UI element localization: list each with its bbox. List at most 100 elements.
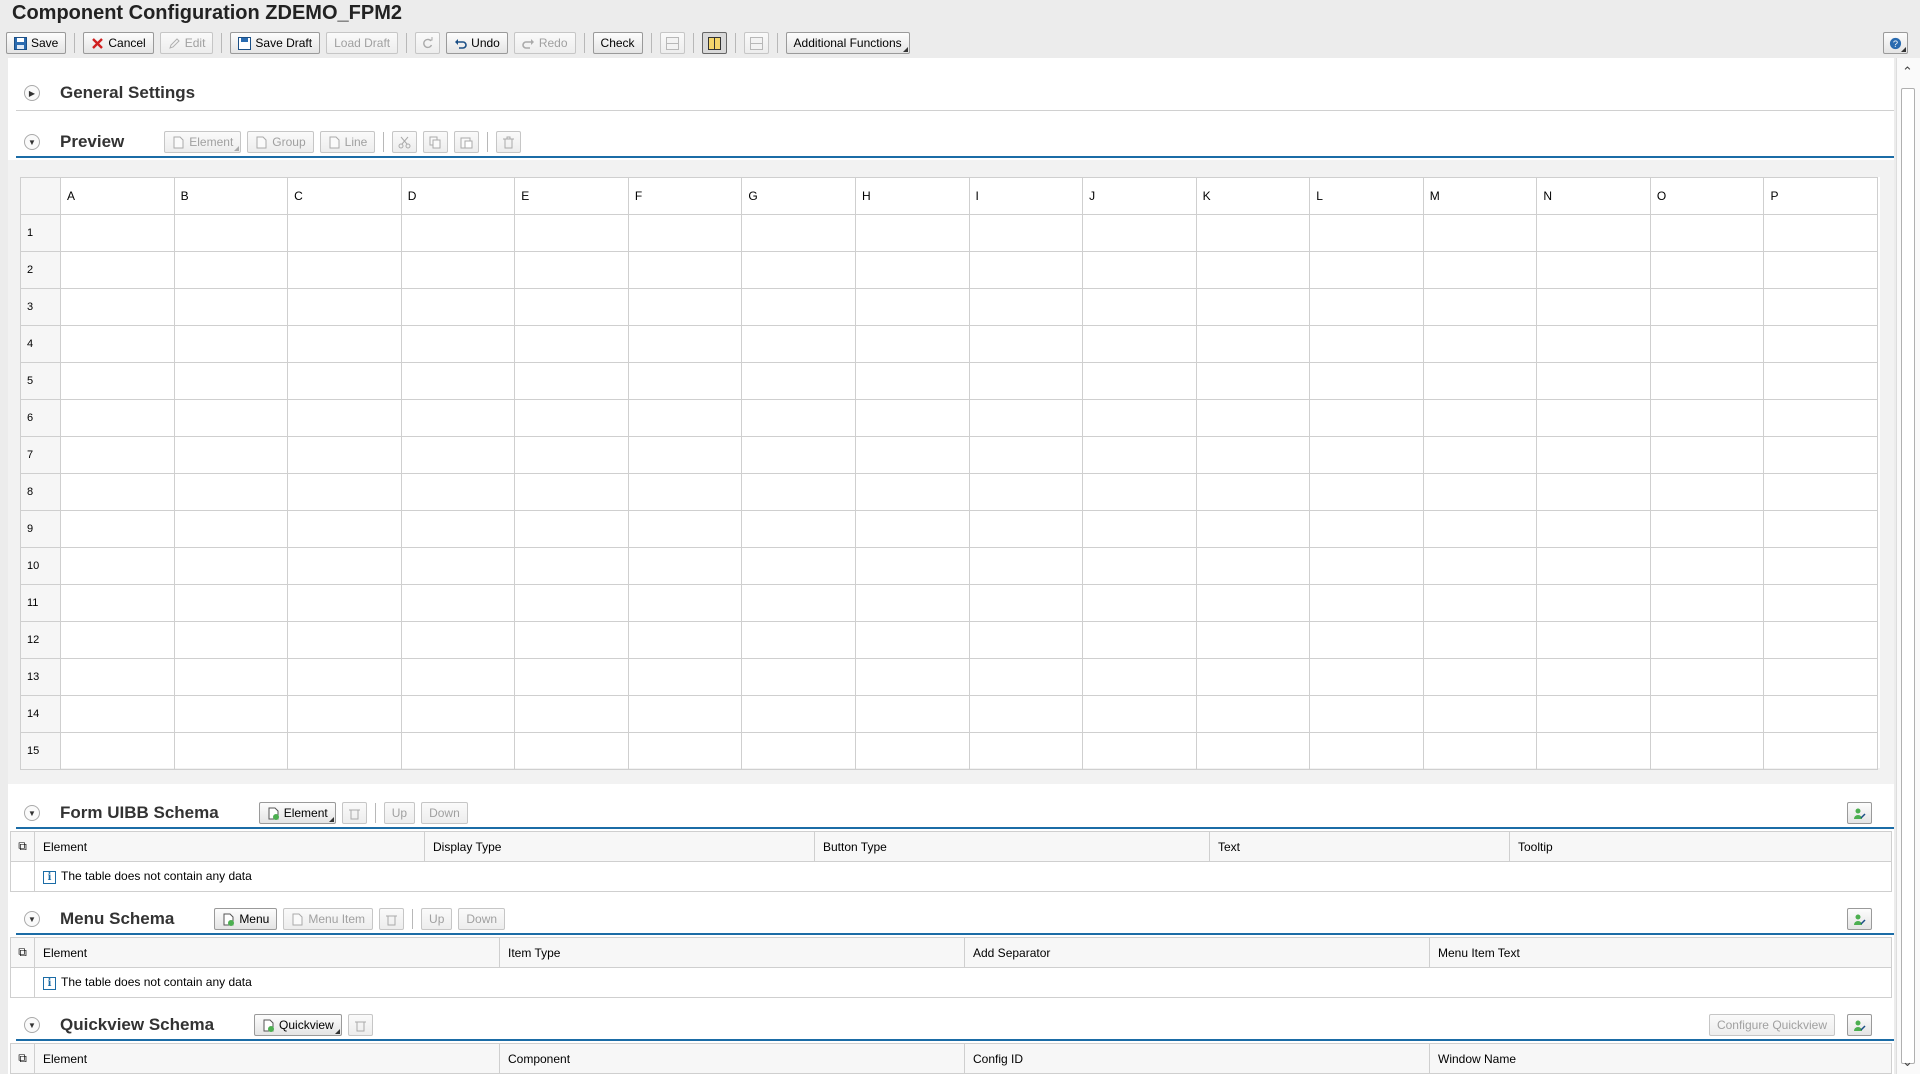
grid-cell[interactable] [1763, 473, 1878, 511]
grid-cell[interactable] [1195, 288, 1311, 326]
load-draft-button[interactable]: Load Draft [326, 32, 399, 54]
grid-cell[interactable] [1309, 473, 1424, 511]
copy-button[interactable] [423, 131, 449, 153]
up-button[interactable]: Up [421, 908, 453, 930]
help-button[interactable]: ? [1883, 32, 1908, 54]
up-button[interactable]: Up [383, 802, 416, 824]
grid-cell[interactable] [1649, 658, 1765, 696]
delete-button[interactable] [379, 908, 405, 930]
grid-cell[interactable] [1195, 399, 1311, 437]
grid-cell[interactable] [514, 473, 629, 511]
grid-cell[interactable] [1649, 399, 1765, 437]
grid-cell[interactable] [741, 251, 856, 289]
grid-cell[interactable] [60, 621, 175, 659]
grid-cell[interactable] [1649, 732, 1765, 770]
grid-cell[interactable] [1422, 214, 1538, 252]
grid-cell[interactable] [287, 251, 402, 289]
grid-cell[interactable] [1536, 436, 1651, 474]
grid-cell[interactable] [1309, 584, 1424, 622]
grid-cell[interactable] [400, 510, 516, 548]
grid-cell[interactable] [1082, 399, 1197, 437]
grid-cell[interactable] [287, 214, 402, 252]
grid-cell[interactable] [60, 473, 175, 511]
grid-cell[interactable] [1763, 732, 1878, 770]
grid-cell[interactable] [1309, 621, 1424, 659]
grid-cell[interactable] [1422, 436, 1538, 474]
grid-cell[interactable] [1536, 251, 1651, 289]
grid-cell[interactable] [741, 510, 856, 548]
configure-quickview-button[interactable]: Configure Quickview [1708, 1014, 1835, 1036]
delete-button[interactable] [347, 1014, 373, 1036]
grid-cell[interactable] [627, 547, 743, 585]
layout-bottom-button[interactable] [743, 32, 769, 54]
grid-cell[interactable] [173, 362, 289, 400]
grid-cell[interactable] [1309, 325, 1424, 363]
grid-cell[interactable] [1195, 584, 1311, 622]
expand-icon[interactable]: ▶ [24, 85, 40, 101]
grid-cell[interactable] [1195, 214, 1311, 252]
save-button[interactable]: Save [6, 32, 67, 54]
grid-cell[interactable] [60, 251, 175, 289]
grid-cell[interactable] [514, 510, 629, 548]
grid-cell[interactable] [854, 251, 970, 289]
grid-cell[interactable] [741, 473, 856, 511]
grid-cell[interactable] [1309, 362, 1424, 400]
grid-cell[interactable] [1082, 695, 1197, 733]
grid-cell[interactable] [1536, 362, 1651, 400]
grid-cell[interactable] [1649, 473, 1765, 511]
grid-cell[interactable] [287, 325, 402, 363]
grid-cell[interactable] [60, 584, 175, 622]
grid-cell[interactable] [1082, 732, 1197, 770]
grid-cell[interactable] [514, 214, 629, 252]
grid-cell[interactable] [1082, 436, 1197, 474]
column-header[interactable]: Component [499, 1043, 965, 1074]
grid-cell[interactable] [60, 436, 175, 474]
grid-cell[interactable] [1763, 251, 1878, 289]
grid-cell[interactable] [287, 732, 402, 770]
grid-cell[interactable] [854, 547, 970, 585]
grid-cell[interactable] [1195, 732, 1311, 770]
grid-cell[interactable] [854, 584, 970, 622]
grid-cell[interactable] [854, 436, 970, 474]
grid-cell[interactable] [60, 658, 175, 696]
grid-cell[interactable] [627, 288, 743, 326]
column-header[interactable]: Menu Item Text [1429, 937, 1892, 968]
grid-cell[interactable] [1309, 436, 1424, 474]
grid-cell[interactable] [60, 695, 175, 733]
grid-cell[interactable] [1309, 695, 1424, 733]
grid-cell[interactable] [1536, 547, 1651, 585]
grid-cell[interactable] [1309, 251, 1424, 289]
grid-cell[interactable] [1763, 695, 1878, 733]
grid-cell[interactable] [854, 214, 970, 252]
paste-button[interactable] [454, 131, 480, 153]
grid-cell[interactable] [1649, 695, 1765, 733]
grid-cell[interactable] [968, 399, 1084, 437]
grid-cell[interactable] [741, 658, 856, 696]
grid-cell[interactable] [173, 621, 289, 659]
grid-cell[interactable] [173, 214, 289, 252]
grid-cell[interactable] [968, 214, 1084, 252]
scroll-thumb[interactable] [1901, 88, 1915, 1064]
grid-cell[interactable] [514, 399, 629, 437]
grid-cell[interactable] [60, 362, 175, 400]
add-group-button[interactable]: Group [247, 131, 314, 153]
grid-cell[interactable] [173, 732, 289, 770]
grid-cell[interactable] [968, 362, 1084, 400]
grid-cell[interactable] [1195, 362, 1311, 400]
row-selector[interactable] [10, 967, 35, 998]
personalize-button[interactable] [1847, 908, 1872, 930]
grid-cell[interactable] [627, 473, 743, 511]
grid-cell[interactable] [400, 584, 516, 622]
grid-cell[interactable] [854, 732, 970, 770]
down-button[interactable]: Down [421, 802, 468, 824]
grid-cell[interactable] [741, 436, 856, 474]
grid-cell[interactable] [627, 621, 743, 659]
grid-cell[interactable] [968, 251, 1084, 289]
grid-cell[interactable] [1422, 288, 1538, 326]
grid-cell[interactable] [1536, 584, 1651, 622]
grid-cell[interactable] [1195, 251, 1311, 289]
grid-cell[interactable] [627, 436, 743, 474]
grid-cell[interactable] [287, 621, 402, 659]
grid-cell[interactable] [400, 547, 516, 585]
column-header[interactable]: Display Type [424, 831, 815, 862]
